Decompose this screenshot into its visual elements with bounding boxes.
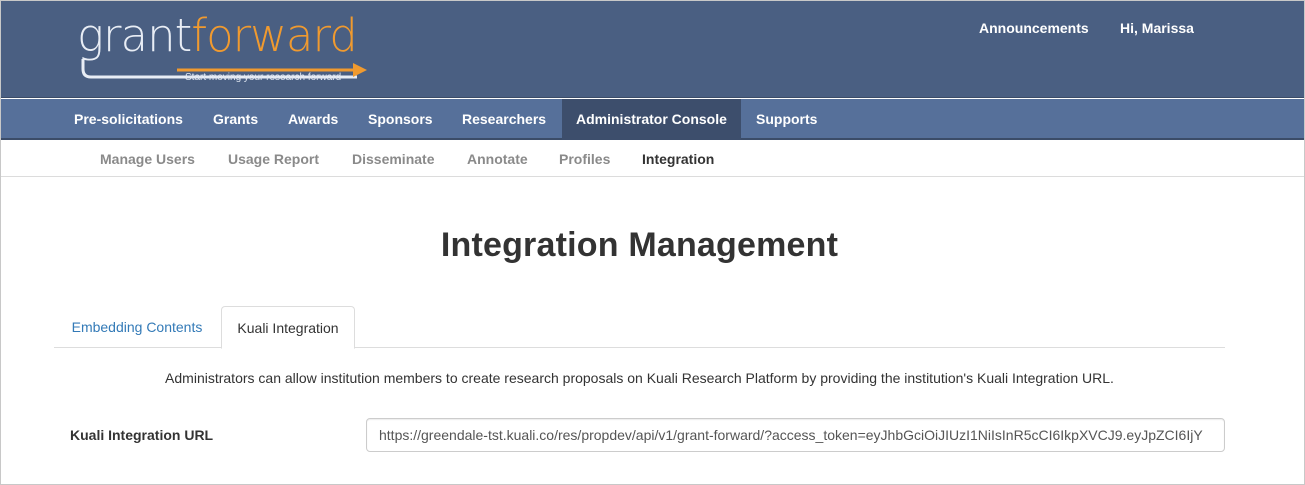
announcements-link[interactable]: Announcements bbox=[979, 20, 1089, 36]
logo-tagline: Start moving your research forward bbox=[185, 72, 342, 83]
nav-administrator-console[interactable]: Administrator Console bbox=[562, 99, 741, 140]
logo-word-grant: grant bbox=[77, 9, 192, 62]
nav-awards[interactable]: Awards bbox=[274, 99, 352, 140]
site-header: grantforward Start moving your research … bbox=[1, 1, 1304, 98]
subnav-manage-users[interactable]: Manage Users bbox=[100, 142, 195, 177]
logo-wordmark: grantforward bbox=[77, 9, 358, 63]
app-window: grantforward Start moving your research … bbox=[0, 0, 1305, 485]
tab-embedding-contents[interactable]: Embedding Contents bbox=[54, 306, 220, 348]
nav-pre-solicitations[interactable]: Pre-solicitations bbox=[60, 99, 197, 140]
tab-kuali-integration[interactable]: Kuali Integration bbox=[221, 306, 355, 349]
subnav-usage-report[interactable]: Usage Report bbox=[228, 142, 319, 177]
subnav-integration[interactable]: Integration bbox=[642, 142, 714, 177]
kuali-url-input[interactable] bbox=[366, 418, 1225, 452]
integration-tabs: Embedding Contents Kuali Integration bbox=[54, 306, 1225, 349]
grantforward-logo[interactable]: grantforward Start moving your research … bbox=[77, 9, 377, 89]
admin-sub-navigation: Manage Users Usage Report Disseminate An… bbox=[1, 142, 1304, 177]
main-navigation: Pre-solicitations Grants Awards Sponsors… bbox=[1, 99, 1304, 140]
subnav-disseminate[interactable]: Disseminate bbox=[352, 142, 434, 177]
subnav-profiles[interactable]: Profiles bbox=[559, 142, 610, 177]
subnav-annotate[interactable]: Annotate bbox=[467, 142, 528, 177]
kuali-description-text: Administrators can allow institution mem… bbox=[165, 370, 1114, 386]
nav-researchers[interactable]: Researchers bbox=[448, 99, 560, 140]
kuali-url-label: Kuali Integration URL bbox=[70, 427, 214, 443]
logo-word-forward: forward bbox=[191, 9, 358, 62]
nav-supports[interactable]: Supports bbox=[742, 99, 831, 140]
user-greeting-menu[interactable]: Hi, Marissa bbox=[1120, 20, 1194, 36]
nav-sponsors[interactable]: Sponsors bbox=[354, 99, 447, 140]
page-title: Integration Management bbox=[440, 226, 839, 264]
nav-grants[interactable]: Grants bbox=[199, 99, 272, 140]
